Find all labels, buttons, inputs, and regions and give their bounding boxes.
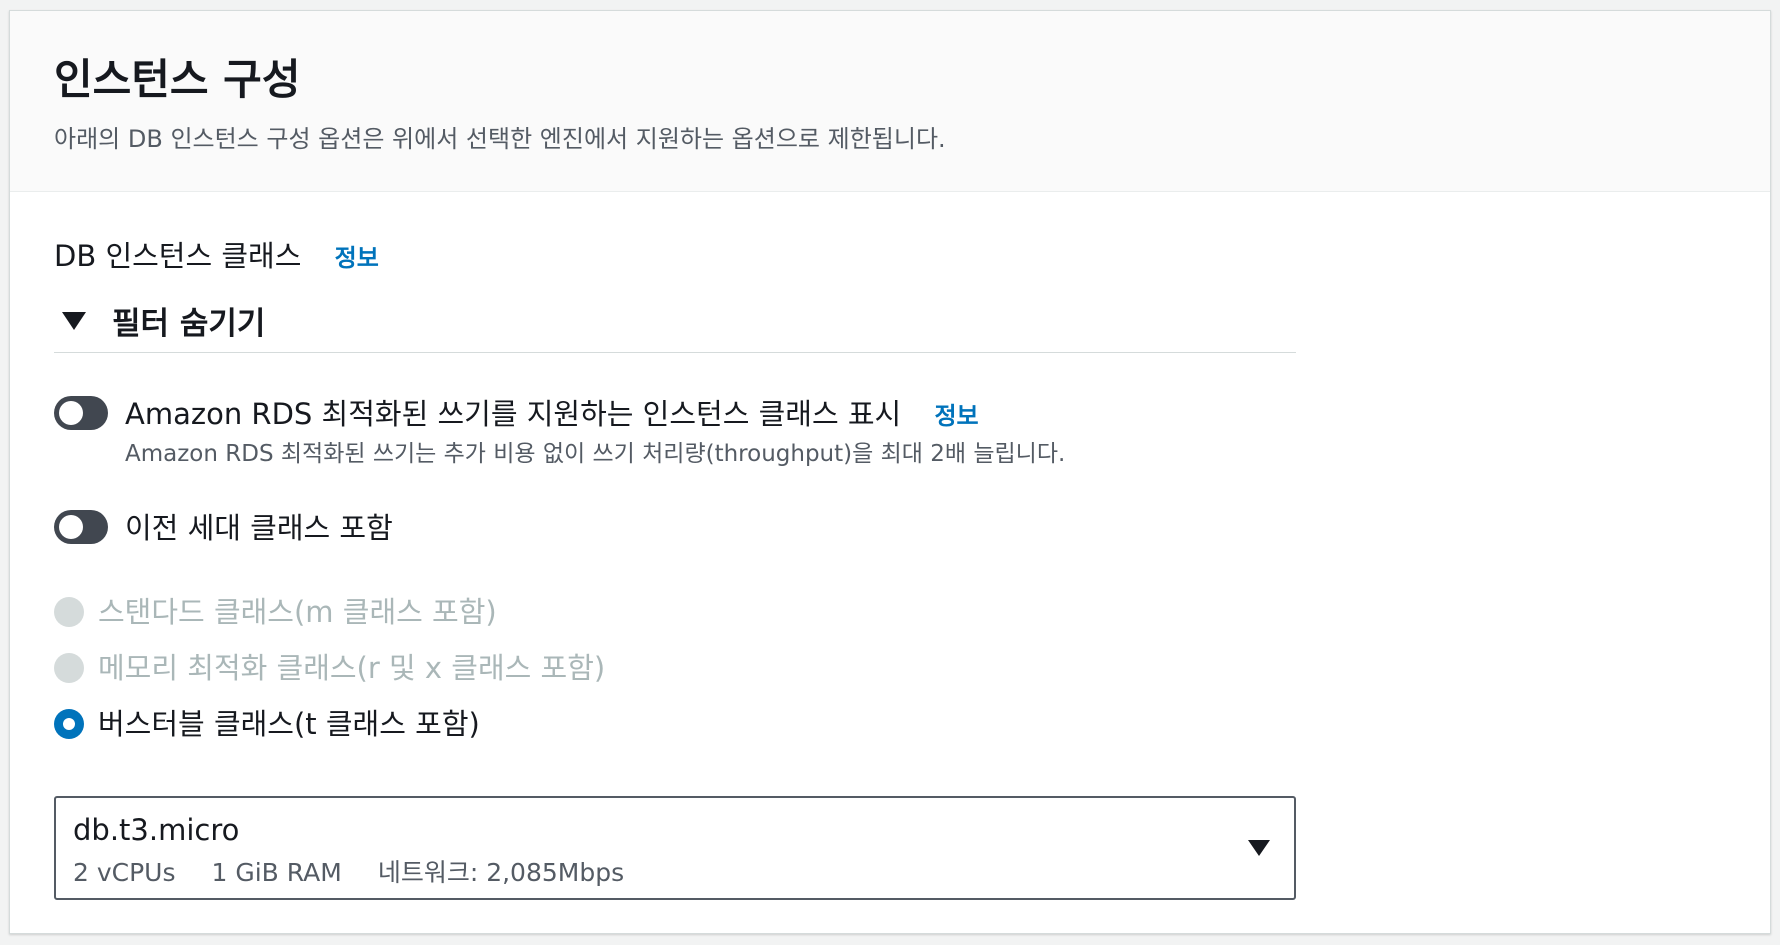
caret-down-icon: [1248, 840, 1270, 856]
optimized-writes-text: Amazon RDS 최적화된 쓰기를 지원하는 인스턴스 클래스 표시 정보 …: [125, 394, 1065, 470]
db-instance-class-label-text: DB 인스턴스 클래스: [54, 239, 302, 273]
radio-button-selected[interactable]: [54, 709, 84, 739]
radio-burstable-label: 버스터블 클래스(t 클래스 포함): [98, 707, 480, 741]
optimized-writes-label-text: Amazon RDS 최적화된 쓰기를 지원하는 인스턴스 클래스 표시: [125, 397, 902, 431]
ram-tag: 1 GiB RAM: [211, 858, 342, 887]
radio-button[interactable]: [54, 597, 84, 627]
caret-down-icon: [62, 311, 86, 330]
db-instance-class-label: DB 인스턴스 클래스 정보: [54, 236, 379, 278]
divider: [54, 352, 1296, 353]
radio-burstable-classes[interactable]: 버스터블 클래스(t 클래스 포함): [54, 704, 480, 744]
optimized-writes-info-link[interactable]: 정보: [934, 402, 978, 430]
db-instance-class-info-link[interactable]: 정보: [335, 244, 379, 272]
instance-configuration-panel: 인스턴스 구성 아래의 DB 인스턴스 구성 옵션은 위에서 선택한 엔진에서 …: [9, 10, 1771, 934]
radio-standard-classes[interactable]: 스탠다드 클래스(m 클래스 포함): [54, 592, 497, 632]
selected-instance-class: db.t3.micro: [73, 813, 240, 847]
vcpus-tag: 2 vCPUs: [73, 858, 176, 887]
radio-memory-optimized-label: 메모리 최적화 클래스(r 및 x 클래스 포함): [98, 651, 606, 685]
panel-title: 인스턴스 구성: [54, 55, 301, 104]
instance-class-specs: 2 vCPUs 1 GiB RAM 네트워크: 2,085Mbps: [73, 856, 1294, 890]
optimized-writes-toggle[interactable]: [54, 396, 108, 430]
radio-memory-optimized-classes[interactable]: 메모리 최적화 클래스(r 및 x 클래스 포함): [54, 648, 605, 688]
hide-filters-toggle[interactable]: 필터 숨기기: [54, 298, 265, 343]
previous-generation-label: 이전 세대 클래스 포함: [125, 511, 393, 545]
previous-generation-toggle-row: 이전 세대 클래스 포함: [54, 508, 393, 548]
optimized-writes-toggle-row: Amazon RDS 최적화된 쓰기를 지원하는 인스턴스 클래스 표시 정보 …: [54, 394, 1065, 470]
instance-class-select[interactable]: db.t3.micro 2 vCPUs 1 GiB RAM 네트워크: 2,08…: [54, 796, 1296, 900]
network-tag: 네트워크: 2,085Mbps: [377, 858, 625, 887]
toggle-knob: [59, 515, 83, 539]
radio-standard-label: 스탠다드 클래스(m 클래스 포함): [98, 595, 497, 629]
previous-generation-text: 이전 세대 클래스 포함: [125, 508, 393, 548]
previous-generation-toggle[interactable]: [54, 510, 108, 544]
panel-header: 인스턴스 구성 아래의 DB 인스턴스 구성 옵션은 위에서 선택한 엔진에서 …: [10, 11, 1770, 192]
hide-filters-label: 필터 숨기기: [112, 306, 266, 342]
optimized-writes-label: Amazon RDS 최적화된 쓰기를 지원하는 인스턴스 클래스 표시 정보: [125, 394, 1065, 436]
panel-description: 아래의 DB 인스턴스 구성 옵션은 위에서 선택한 엔진에서 지원하는 옵션으…: [54, 125, 946, 153]
optimized-writes-description: Amazon RDS 최적화된 쓰기는 추가 비용 없이 쓰기 처리량(thro…: [125, 441, 1066, 467]
radio-button[interactable]: [54, 653, 84, 683]
toggle-knob: [59, 401, 83, 425]
